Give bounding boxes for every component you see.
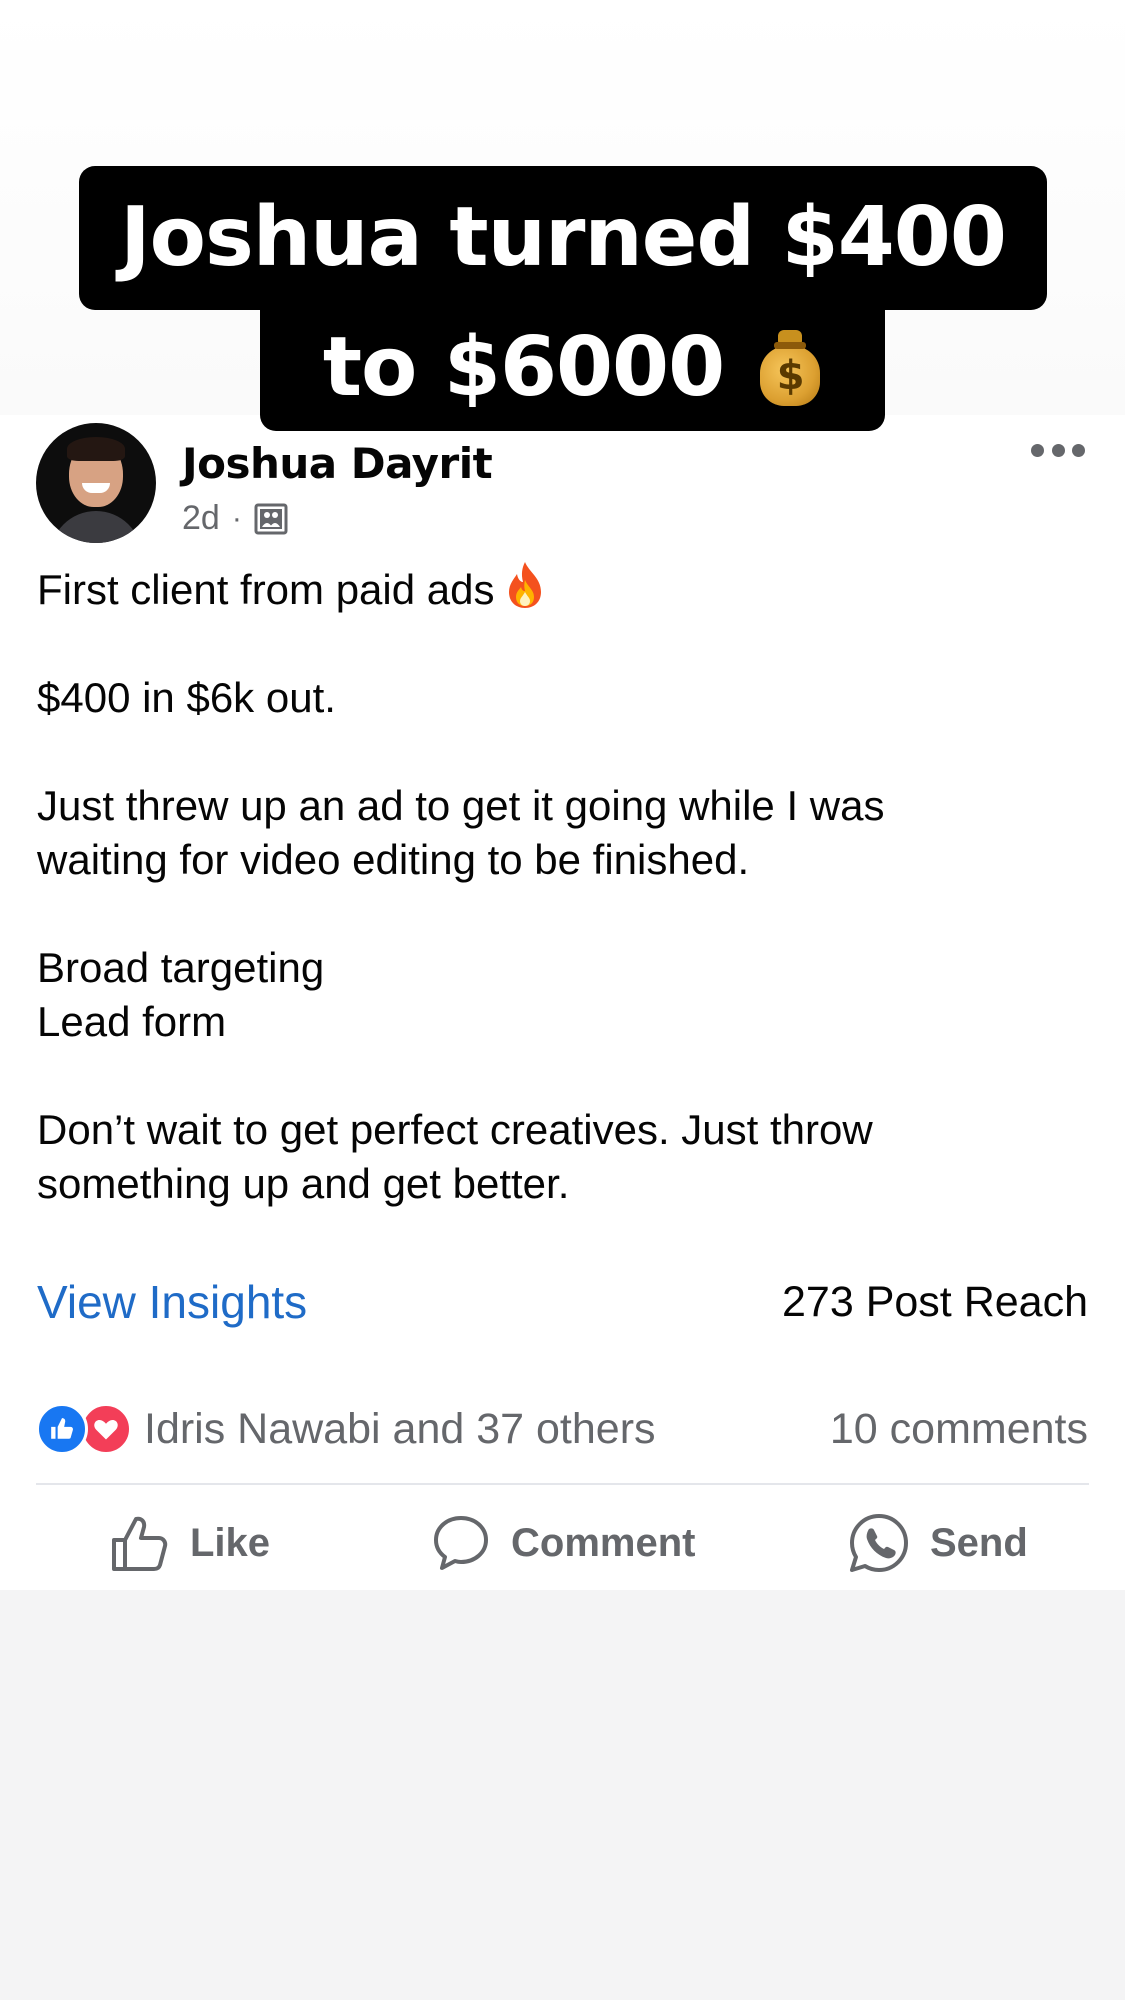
- divider: [36, 1483, 1089, 1485]
- post-paragraph-4: Broad targeting Lead form: [37, 944, 325, 1045]
- send-label: Send: [930, 1520, 1028, 1565]
- caption-line-1: Joshua turned $400: [79, 166, 1047, 310]
- post-text: First client from paid ads $400 in $6k o…: [37, 560, 1097, 1211]
- caption-line-2: to $6000 $: [260, 305, 885, 431]
- post-paragraph-1: First client from paid ads: [37, 560, 1097, 617]
- fire-icon: [503, 560, 547, 610]
- meta-separator: ·: [231, 501, 242, 535]
- like-button[interactable]: Like: [110, 1510, 270, 1576]
- like-label: Like: [190, 1520, 271, 1565]
- whatsapp-icon: [850, 1514, 908, 1572]
- comment-button[interactable]: Comment: [431, 1510, 695, 1576]
- like-reaction-icon: [36, 1403, 88, 1455]
- thumbs-up-icon: [112, 1516, 168, 1571]
- post-reach: 273 Post Reach: [782, 1278, 1088, 1326]
- caption-text-2: to $6000: [322, 320, 725, 415]
- group-audience-icon[interactable]: [254, 502, 288, 536]
- avatar[interactable]: [36, 423, 156, 543]
- caption-text-1: Joshua turned $400: [120, 190, 1007, 285]
- post-time[interactable]: 2d: [182, 499, 220, 538]
- money-bag-icon: $: [758, 328, 822, 408]
- send-button[interactable]: Send: [848, 1510, 1028, 1576]
- view-insights-link[interactable]: View Insights: [37, 1275, 307, 1329]
- post-meta: 2d ·: [182, 499, 288, 538]
- post-paragraph-3: Just threw up an ad to get it going whil…: [37, 782, 885, 883]
- post-paragraph-2: $400 in $6k out.: [37, 674, 336, 721]
- more-options-icon[interactable]: [1031, 440, 1085, 460]
- comment-bubble-icon: [434, 1516, 488, 1570]
- comments-count[interactable]: 10 comments: [830, 1405, 1088, 1454]
- comment-label: Comment: [511, 1520, 696, 1565]
- reactions-text: Idris Nawabi and 37 others: [144, 1404, 656, 1453]
- author-name[interactable]: Joshua Dayrit: [182, 439, 493, 488]
- reactions-summary[interactable]: Idris Nawabi and 37 others: [36, 1403, 656, 1455]
- post-paragraph-5: Don’t wait to get perfect creatives. Jus…: [37, 1106, 873, 1207]
